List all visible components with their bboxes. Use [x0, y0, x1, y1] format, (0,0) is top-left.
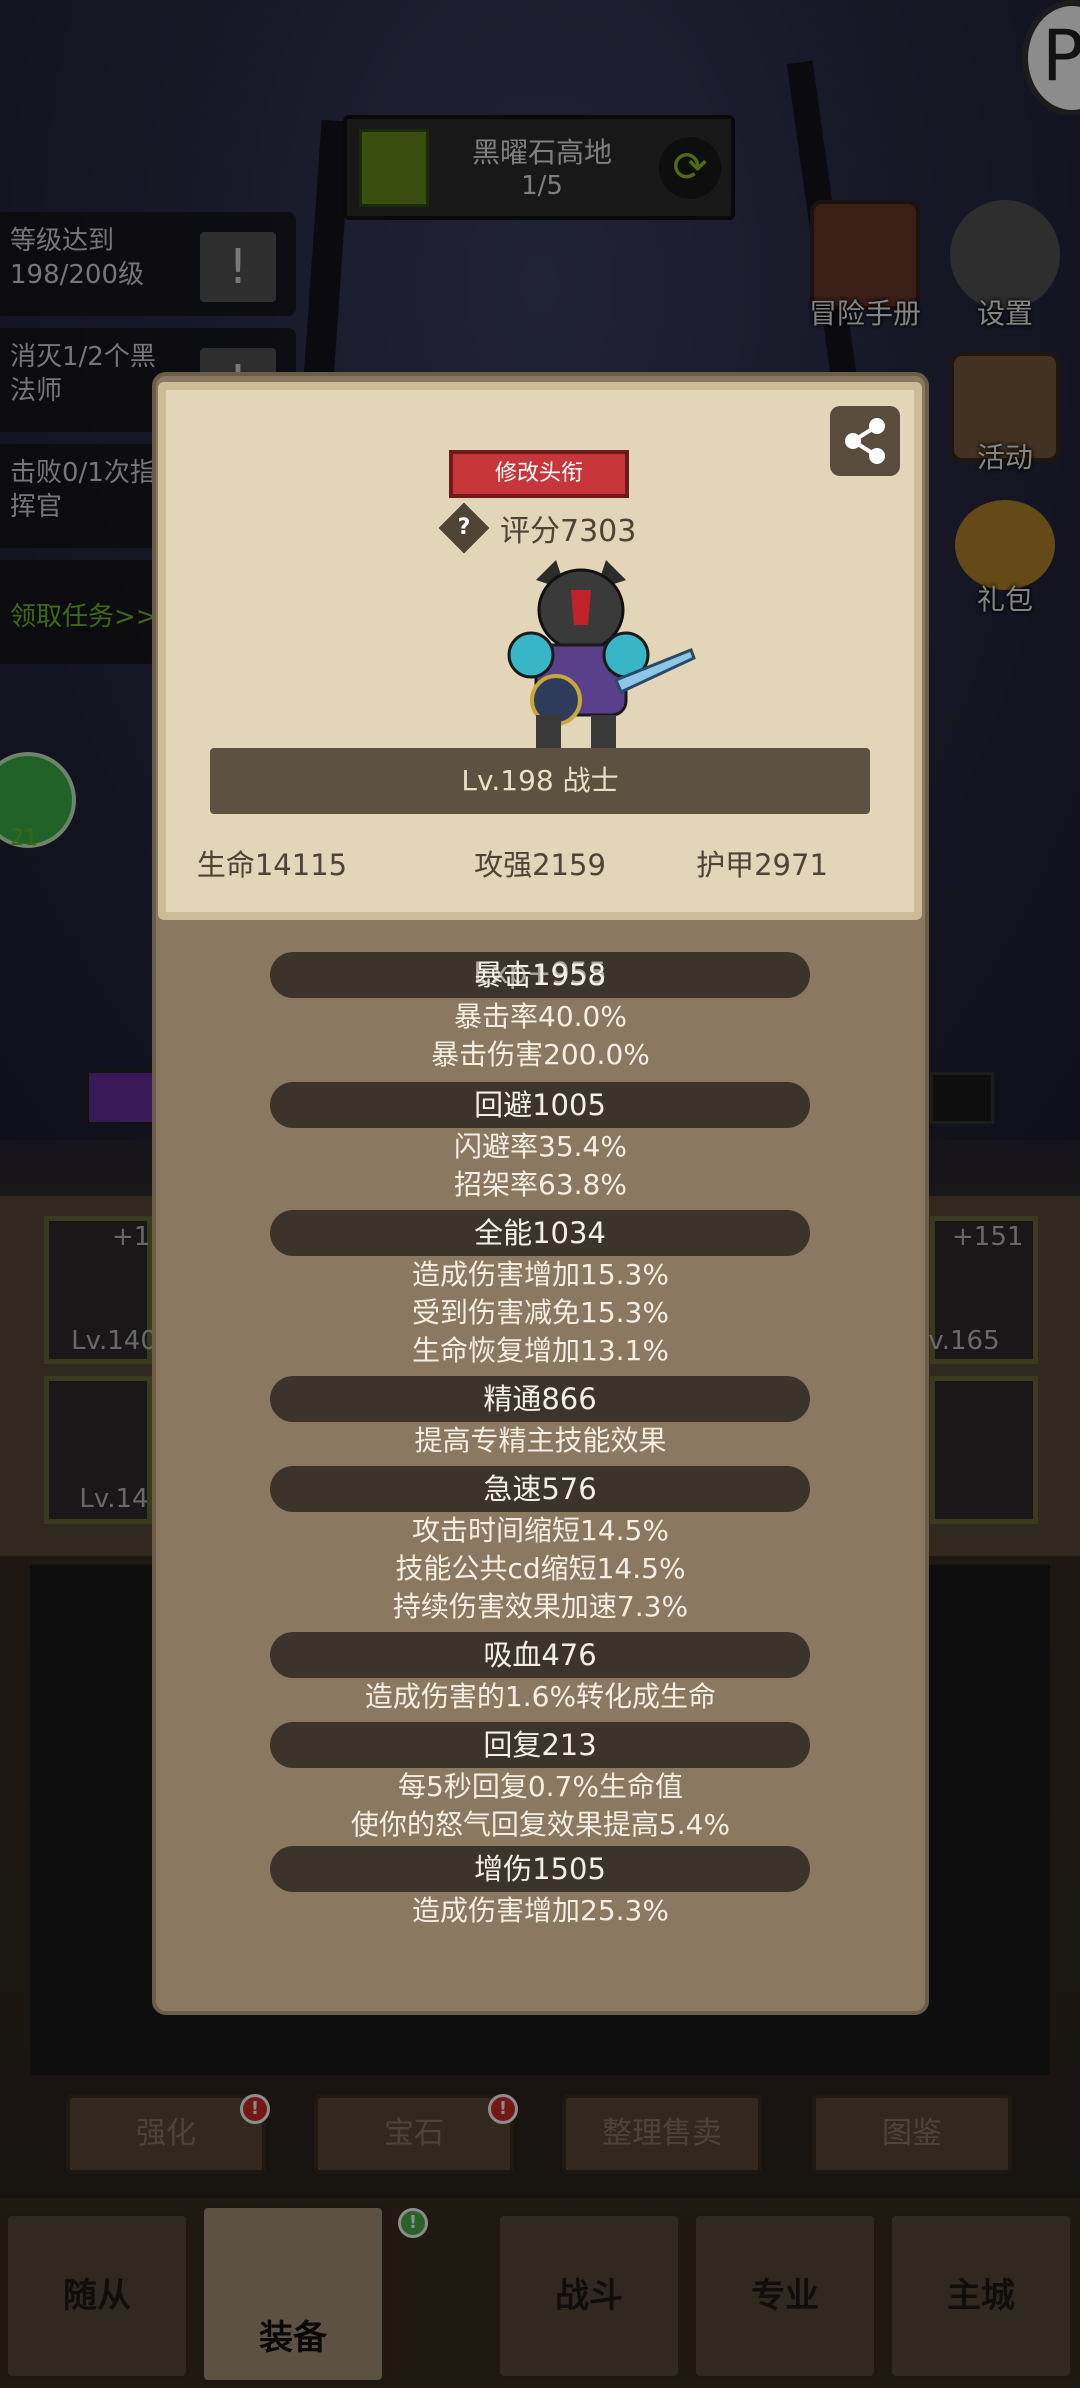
share-button[interactable]: [830, 406, 900, 476]
stat-detail: 使你的怒气回复效果提高5.4%: [350, 1808, 731, 1841]
stat-header-dodge: 回避1005: [270, 1082, 810, 1128]
score-help-icon[interactable]: ?: [438, 502, 490, 554]
stat-detail: 造成伤害增加15.3%: [412, 1258, 669, 1291]
stat-detail: 招架率63.8%: [454, 1168, 627, 1201]
stat-detail: 技能公共cd缩短14.5%: [395, 1552, 686, 1585]
stat-header-crit: 暴击1958 Exp+955: [270, 952, 810, 998]
stat-detail: 持续伤害效果加速7.3%: [392, 1590, 689, 1623]
character-portrait: [507, 560, 696, 755]
score-value: 评分7303: [500, 514, 637, 549]
attack-stat: 攻强2159: [474, 848, 606, 882]
stat-header-damage-boost: 增伤1505: [270, 1846, 810, 1892]
level-class-bar: Lv.198 战士: [210, 748, 870, 814]
edit-title-button[interactable]: 修改头衔: [449, 450, 629, 498]
stat-header-versatility: 全能1034: [270, 1210, 810, 1256]
stat-header-lifesteal: 吸血476: [270, 1632, 810, 1678]
exp-overlap: Exp+955: [473, 956, 607, 990]
stat-header-haste: 急速576: [270, 1466, 810, 1512]
stat-detail: 每5秒回复0.7%生命值: [398, 1770, 683, 1803]
stat-detail: 受到伤害减免15.3%: [412, 1296, 669, 1329]
hp-stat: 生命14115: [196, 848, 348, 882]
armor-stat: 护甲2971: [696, 848, 828, 882]
stat-detail: 造成伤害的1.6%转化成生命: [364, 1680, 717, 1713]
stat-header-recovery: 回复213: [270, 1722, 810, 1768]
stat-detail: 攻击时间缩短14.5%: [412, 1514, 669, 1547]
stat-detail: 暴击伤害200.0%: [431, 1038, 650, 1071]
stat-detail: 提高专精主技能效果: [414, 1424, 667, 1457]
stat-header-mastery: 精通866: [270, 1376, 810, 1422]
stat-detail: 闪避率35.4%: [454, 1130, 627, 1163]
share-icon: [845, 418, 885, 464]
stat-detail: 造成伤害增加25.3%: [412, 1894, 669, 1927]
stat-detail: 暴击率40.0%: [454, 1000, 627, 1033]
stat-detail: 生命恢复增加13.1%: [412, 1334, 669, 1367]
